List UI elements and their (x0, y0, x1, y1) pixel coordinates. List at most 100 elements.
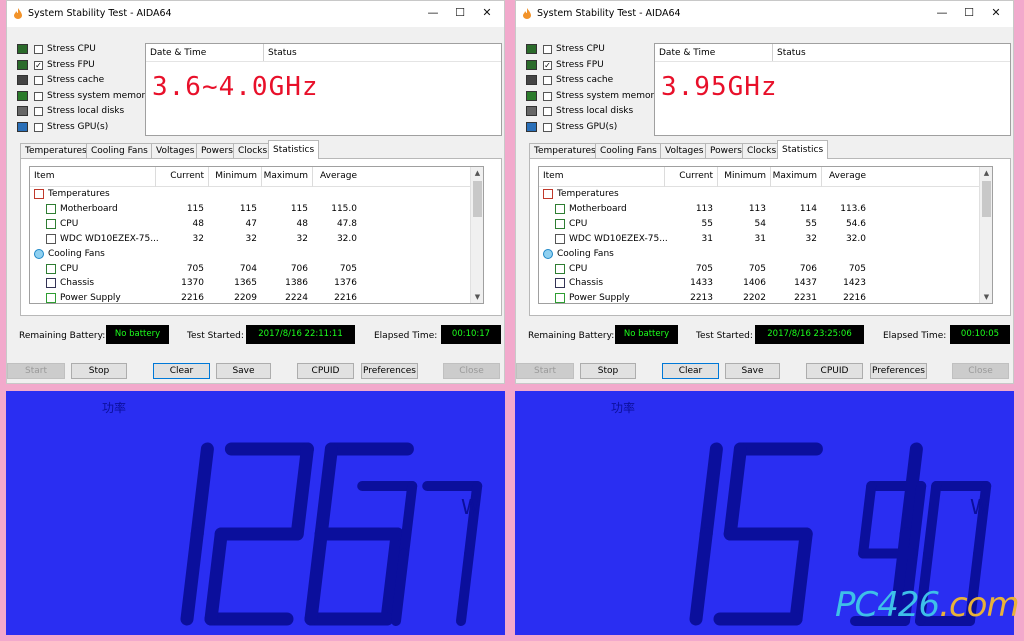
cell-maximum: 706 (799, 263, 817, 274)
save-button[interactable]: Save (216, 363, 271, 379)
maximize-button[interactable]: ☐ (446, 4, 474, 22)
tab-clocks[interactable]: Clocks (742, 143, 782, 159)
tab-clocks[interactable]: Clocks (233, 143, 273, 159)
stop-button[interactable]: Stop (71, 363, 127, 379)
stress-option[interactable]: Stress GPU(s) (17, 121, 147, 137)
table-row[interactable]: CPU 705 705 706 705 (539, 262, 979, 277)
table-row[interactable]: Chassis 1370 1365 1386 1376 (30, 276, 470, 291)
table-row[interactable]: Motherboard 113 113 114 113.6 (539, 202, 979, 217)
tab-cooling-fans[interactable]: Cooling Fans (595, 143, 662, 159)
cell-maximum: 1437 (794, 278, 817, 289)
close-window-button[interactable]: ✕ (473, 4, 501, 22)
table-row[interactable]: CPU 705 704 706 705 (30, 262, 470, 277)
stress-checkbox[interactable] (34, 45, 43, 54)
table-scrollbar[interactable]: ▲ ▼ (470, 167, 483, 303)
minimize-button[interactable]: — (419, 4, 447, 22)
start-button[interactable]: Start (516, 363, 574, 379)
minimize-button[interactable]: — (928, 4, 956, 22)
tab-statistics[interactable]: Statistics (268, 140, 320, 159)
stress-option[interactable]: Stress cache (17, 74, 147, 90)
start-button[interactable]: Start (7, 363, 65, 379)
table-row[interactable]: Motherboard 115 115 115 115.0 (30, 202, 470, 217)
tab-temperatures[interactable]: Temperatures (529, 143, 601, 159)
stress-option[interactable]: Stress system memory (526, 90, 660, 106)
stress-checkbox[interactable] (34, 122, 43, 132)
preferences-button[interactable]: Preferences (361, 363, 418, 379)
maximize-button[interactable]: ☐ (955, 4, 983, 22)
stress-option[interactable]: Stress local disks (17, 105, 147, 121)
stress-option[interactable]: Stress CPU (17, 43, 147, 59)
stop-button[interactable]: Stop (580, 363, 636, 379)
title-bar: System Stability Test - AIDA64 — ☐ ✕ (516, 1, 1013, 27)
tab-voltages[interactable]: Voltages (151, 143, 200, 159)
table-group-row[interactable]: Cooling Fans (539, 247, 979, 262)
table-group-row[interactable]: Temperatures (539, 187, 979, 202)
tab-powers[interactable]: Powers (196, 143, 238, 159)
column-header[interactable]: Current (157, 171, 204, 181)
column-header[interactable]: Maximum (772, 171, 817, 181)
stress-checkbox[interactable] (543, 107, 552, 117)
scroll-up-icon[interactable]: ▲ (980, 167, 992, 179)
table-row[interactable]: CPU 55 54 55 54.6 (539, 217, 979, 232)
tab-cooling-fans[interactable]: Cooling Fans (86, 143, 153, 159)
close-window-button[interactable]: ✕ (982, 4, 1010, 22)
tab-statistics[interactable]: Statistics (777, 140, 829, 159)
table-group-row[interactable]: Temperatures (30, 187, 470, 202)
cpu-icon (46, 218, 56, 229)
stress-checkbox[interactable] (543, 122, 552, 132)
column-header[interactable]: Item (543, 171, 564, 181)
save-button[interactable]: Save (725, 363, 780, 379)
table-row[interactable]: Chassis 1433 1406 1437 1423 (539, 276, 979, 291)
cpuid-button[interactable]: CPUID (806, 363, 863, 379)
table-row[interactable]: Power Supply 2213 2202 2231 2216 (539, 291, 979, 303)
column-header[interactable]: Minimum (210, 171, 257, 181)
table-row[interactable]: CPU 48 47 48 47.8 (30, 217, 470, 232)
memory-icon (526, 90, 537, 101)
close-button[interactable]: Close (952, 363, 1009, 379)
stress-checkbox[interactable] (34, 107, 43, 117)
stress-checkbox[interactable] (34, 76, 43, 86)
scroll-down-icon[interactable]: ▼ (980, 291, 992, 303)
column-header[interactable]: Average (314, 171, 357, 181)
column-header[interactable]: Item (34, 171, 55, 181)
event-log: Date & Time Status 3.95GHz (654, 43, 1011, 136)
window-title: System Stability Test - AIDA64 (28, 8, 172, 19)
column-header[interactable]: Average (823, 171, 866, 181)
stress-checkbox[interactable]: ✓ (34, 60, 43, 70)
stress-option[interactable]: Stress cache (526, 74, 656, 90)
stress-checkbox[interactable]: ✓ (543, 60, 552, 70)
cpuid-button[interactable]: CPUID (297, 363, 354, 379)
close-button[interactable]: Close (443, 363, 500, 379)
digit-segment (723, 442, 747, 541)
column-header[interactable]: Current (666, 171, 713, 181)
fan-icon (34, 248, 44, 259)
preferences-button[interactable]: Preferences (870, 363, 927, 379)
table-row[interactable]: WDC WD10EZEX-75... 31 31 32 32.0 (539, 232, 979, 247)
tab-temperatures[interactable]: Temperatures (20, 143, 92, 159)
table-row[interactable]: Power Supply 2216 2209 2224 2216 (30, 291, 470, 303)
stress-option[interactable]: Stress system memory (17, 90, 151, 106)
stress-option[interactable]: ✓ Stress FPU (526, 59, 656, 75)
tab-powers[interactable]: Powers (705, 143, 747, 159)
stress-checkbox[interactable] (543, 45, 552, 54)
stress-checkbox[interactable] (34, 91, 43, 101)
stress-checkbox[interactable] (543, 91, 552, 101)
scroll-thumb[interactable] (982, 181, 991, 217)
table-group-row[interactable]: Cooling Fans (30, 247, 470, 262)
scroll-down-icon[interactable]: ▼ (471, 291, 483, 303)
scroll-up-icon[interactable]: ▲ (471, 167, 483, 179)
clear-button[interactable]: Clear (662, 363, 719, 379)
log-header-divider (772, 44, 773, 61)
tab-voltages[interactable]: Voltages (660, 143, 709, 159)
stress-checkbox[interactable] (543, 76, 552, 86)
clear-button[interactable]: Clear (153, 363, 210, 379)
stress-option[interactable]: ✓ Stress FPU (17, 59, 147, 75)
column-header[interactable]: Minimum (719, 171, 766, 181)
column-header[interactable]: Maximum (263, 171, 308, 181)
stress-option[interactable]: Stress local disks (526, 105, 656, 121)
scroll-thumb[interactable] (473, 181, 482, 217)
stress-option[interactable]: Stress GPU(s) (526, 121, 656, 137)
stress-option[interactable]: Stress CPU (526, 43, 656, 59)
table-scrollbar[interactable]: ▲ ▼ (979, 167, 992, 303)
table-row[interactable]: WDC WD10EZEX-75... 32 32 32 32.0 (30, 232, 470, 247)
